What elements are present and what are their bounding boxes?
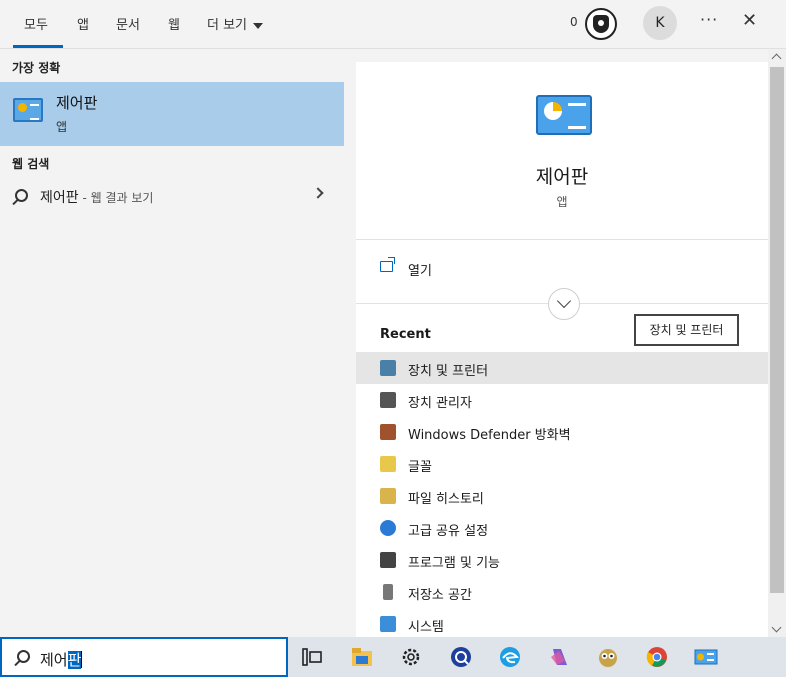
web-search-item[interactable]: 제어판 - 웹 결과 보기 <box>0 181 344 211</box>
recent-item-label: 장치 및 프린터 <box>408 364 489 379</box>
file-explorer-icon[interactable] <box>350 645 374 669</box>
sharing-icon <box>380 520 396 536</box>
printer-icon <box>380 360 396 376</box>
taskbar-search-box[interactable]: 제어판 <box>0 637 288 677</box>
search-text-selected: 판 <box>67 651 82 669</box>
account-avatar[interactable]: K <box>643 6 677 40</box>
best-match-name: 제어판 <box>56 94 98 112</box>
scrollbar-thumb[interactable] <box>770 67 784 593</box>
recent-heading: Recent <box>380 327 431 342</box>
search-input[interactable]: 제어판 <box>40 649 83 670</box>
device-manager-icon <box>380 392 396 408</box>
best-match-item[interactable]: 제어판 앱 <box>0 82 344 146</box>
open-icon[interactable] <box>380 257 395 272</box>
open-action[interactable]: 열기 <box>408 260 432 279</box>
recent-item-label: 고급 공유 설정 <box>408 524 489 539</box>
preview-app-type: 앱 <box>556 195 568 209</box>
recent-item[interactable]: 저장소 공간 <box>356 576 768 608</box>
tab-more-label: 더 보기 <box>207 18 248 33</box>
recent-item[interactable]: Windows Defender 방화벽 <box>356 416 768 448</box>
fonts-icon <box>380 456 396 472</box>
task-view-icon[interactable] <box>300 645 324 669</box>
recent-item[interactable]: 장치 관리자 <box>356 384 768 416</box>
owl-app-icon[interactable] <box>596 645 620 669</box>
search-text: 제어 <box>40 651 68 669</box>
chrome-icon[interactable] <box>645 645 669 669</box>
file-history-icon <box>380 488 396 504</box>
search-icon <box>17 650 30 663</box>
search-icon <box>15 189 28 202</box>
taskbar: 제어판 <box>0 637 786 677</box>
preview-pane: 제어판 앱 열기 Recent 장치 및 프린터 장치 및 프린터 장치 관리자… <box>356 62 768 637</box>
settings-icon[interactable] <box>399 645 423 669</box>
tab-web[interactable]: 웹 <box>168 14 180 33</box>
tab-all[interactable]: 모두 <box>24 14 48 33</box>
firewall-icon <box>380 424 396 440</box>
best-match-heading: 가장 정확 <box>12 61 61 75</box>
more-options-icon[interactable]: ··· <box>700 10 718 29</box>
rewards-icon[interactable] <box>585 8 617 40</box>
storage-icon <box>383 584 393 600</box>
recent-item-label: 저장소 공간 <box>408 588 472 603</box>
divider <box>356 239 768 240</box>
tab-apps[interactable]: 앱 <box>77 14 89 33</box>
web-search-query: 제어판 <box>40 190 79 206</box>
control-panel-large-icon <box>536 95 592 135</box>
web-search-heading: 웹 검색 <box>12 157 50 171</box>
recent-item[interactable]: 장치 및 프린터 <box>356 352 768 384</box>
copilot-icon[interactable] <box>547 645 571 669</box>
active-tab-indicator <box>13 45 63 48</box>
recent-item-label: 장치 관리자 <box>408 396 472 411</box>
system-icon <box>380 616 396 632</box>
recent-item-label: 프로그램 및 기능 <box>408 556 500 571</box>
recent-item-label: Windows Defender 방화벽 <box>408 428 571 443</box>
recent-item[interactable]: 파일 히스토리 <box>356 480 768 512</box>
recent-item-label: 글꼴 <box>408 460 432 475</box>
expand-chevron-icon[interactable] <box>548 288 580 320</box>
web-search-text: 제어판 - 웹 결과 보기 <box>40 187 153 207</box>
control-panel-icon <box>13 98 43 122</box>
recent-item-label: 파일 히스토리 <box>408 492 484 507</box>
text-cursor <box>81 651 83 668</box>
recent-item-label: 시스템 <box>408 620 444 635</box>
programs-icon <box>380 552 396 568</box>
scroll-down-arrow-icon[interactable] <box>771 622 782 633</box>
preview-app-name: 제어판 <box>535 166 589 188</box>
edge-icon[interactable] <box>498 645 522 669</box>
chevron-right-icon[interactable] <box>312 187 324 199</box>
web-search-suffix: - 웹 결과 보기 <box>78 191 154 205</box>
recent-item[interactable]: 프로그램 및 기능 <box>356 544 768 576</box>
recent-item[interactable]: 고급 공유 설정 <box>356 512 768 544</box>
best-match-type: 앱 <box>56 120 68 134</box>
results-list: 가장 정확 제어판 앱 웹 검색 제어판 - 웹 결과 보기 <box>0 49 356 637</box>
recent-item[interactable]: 시스템 <box>356 608 768 640</box>
close-icon[interactable]: ✕ <box>742 10 757 31</box>
scrollbar[interactable] <box>768 49 786 637</box>
tooltip: 장치 및 프린터 <box>634 314 739 346</box>
scroll-up-arrow-icon[interactable] <box>771 53 782 64</box>
rewards-points: 0 <box>570 15 578 29</box>
tab-more[interactable]: 더 보기 <box>207 14 264 33</box>
caret-down-icon <box>253 22 264 29</box>
tab-documents[interactable]: 문서 <box>116 14 140 33</box>
control-panel-icon[interactable] <box>694 645 718 669</box>
app-icon[interactable] <box>449 645 473 669</box>
search-filter-bar: 모두 앱 문서 웹 더 보기 0 K ··· ✕ <box>0 0 786 49</box>
recent-item[interactable]: 글꼴 <box>356 448 768 480</box>
